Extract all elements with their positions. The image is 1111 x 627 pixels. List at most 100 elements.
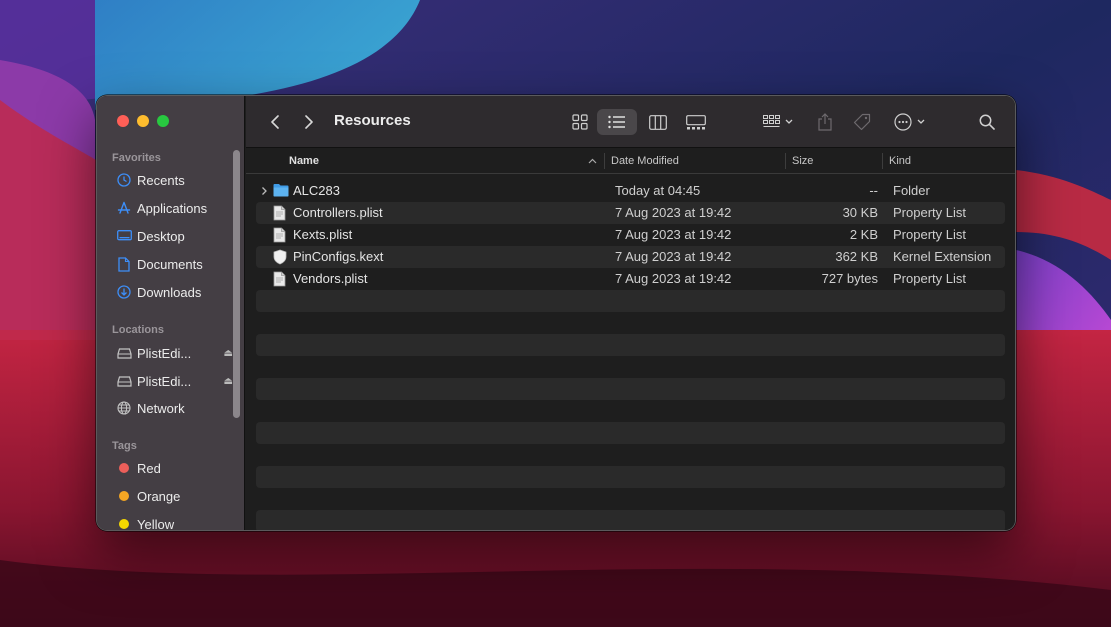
sidebar-item-drive-2[interactable]: PlistEdi... ⏏ xyxy=(115,370,241,392)
grid-icon xyxy=(572,114,588,130)
tag-yellow-dot-icon xyxy=(115,515,133,530)
disclosure-chevron-icon[interactable] xyxy=(261,184,268,199)
sidebar-item-desktop[interactable]: Desktop xyxy=(115,225,241,247)
plist-file-icon xyxy=(273,227,286,246)
empty-row xyxy=(256,466,1005,488)
column-divider[interactable] xyxy=(604,153,605,169)
file-date: 7 Aug 2023 at 19:42 xyxy=(615,249,732,264)
sidebar-item-documents[interactable]: Documents xyxy=(115,253,241,275)
tag-button[interactable] xyxy=(848,109,876,135)
list-view-button[interactable] xyxy=(597,109,637,135)
icon-view-button[interactable] xyxy=(564,109,596,135)
window-controls xyxy=(117,115,169,127)
tag-icon xyxy=(853,113,871,131)
file-date: Today at 04:45 xyxy=(615,183,701,198)
file-kind: Property List xyxy=(893,271,966,286)
sidebar-scrollbar[interactable] xyxy=(233,150,240,418)
column-header-name[interactable]: Name xyxy=(289,155,319,167)
eject-icon[interactable]: ⏏ xyxy=(224,348,233,359)
main-content: Resources Name Date Modified Size Kind A… xyxy=(246,96,1015,530)
sidebar-item-drive-1[interactable]: PlistEdi... ⏏ xyxy=(115,342,241,364)
column-view-button[interactable] xyxy=(642,109,674,135)
file-size: 362 KB xyxy=(835,249,878,264)
gallery-view-button[interactable] xyxy=(679,109,713,135)
back-button[interactable] xyxy=(264,109,286,135)
file-name: Kexts.plist xyxy=(293,227,353,242)
gallery-icon xyxy=(686,114,706,129)
sidebar-item-downloads[interactable]: Downloads xyxy=(115,281,241,303)
empty-row xyxy=(256,356,1005,378)
empty-row xyxy=(256,378,1005,400)
file-size: 2 KB xyxy=(849,227,878,242)
zoom-button[interactable] xyxy=(157,115,169,127)
more-actions-button[interactable] xyxy=(890,109,930,135)
sidebar-heading-tags: Tags xyxy=(112,440,137,452)
empty-row xyxy=(256,400,1005,422)
empty-row xyxy=(256,334,1005,356)
file-row-vendors[interactable]: Vendors.plist 7 Aug 2023 at 19:42 727 by… xyxy=(256,268,1005,290)
empty-row xyxy=(256,444,1005,466)
sidebar-item-recents[interactable]: Recents xyxy=(115,169,241,191)
empty-row xyxy=(256,510,1005,530)
file-kind: Property List xyxy=(893,205,966,220)
tag-red-dot-icon xyxy=(115,459,133,477)
document-icon xyxy=(115,255,133,273)
file-kind: Folder xyxy=(893,183,930,198)
file-name: Controllers.plist xyxy=(293,205,383,220)
file-name: ALC283 xyxy=(293,183,340,198)
sidebar-item-network[interactable]: Network xyxy=(115,397,241,419)
share-button[interactable] xyxy=(812,109,838,135)
empty-row xyxy=(256,488,1005,510)
close-button[interactable] xyxy=(117,115,129,127)
drive-icon xyxy=(115,372,133,390)
ellipsis-circle-icon xyxy=(894,113,925,131)
column-divider[interactable] xyxy=(882,153,883,169)
column-divider[interactable] xyxy=(785,153,786,169)
sidebar-tag-orange[interactable]: Orange xyxy=(115,485,241,507)
column-header-date[interactable]: Date Modified xyxy=(611,155,679,167)
file-row-controllers[interactable]: Controllers.plist 7 Aug 2023 at 19:42 30… xyxy=(256,202,1005,224)
file-list: ALC283 Today at 04:45 -- Folder Controll… xyxy=(256,180,1005,530)
file-name: Vendors.plist xyxy=(293,271,368,286)
sidebar-item-label: Yellow xyxy=(137,516,175,531)
plist-file-icon xyxy=(273,271,286,290)
file-row-pinconfigs[interactable]: PinConfigs.kext 7 Aug 2023 at 19:42 362 … xyxy=(256,246,1005,268)
sidebar-item-label: PlistEdi... xyxy=(137,345,192,361)
empty-row xyxy=(256,290,1005,312)
search-icon xyxy=(979,114,995,130)
column-header-kind[interactable]: Kind xyxy=(889,155,911,167)
file-date: 7 Aug 2023 at 19:42 xyxy=(615,271,732,286)
file-kind: Property List xyxy=(893,227,966,242)
sort-chevron-up-icon xyxy=(588,155,597,167)
minimize-button[interactable] xyxy=(137,115,149,127)
eject-icon[interactable]: ⏏ xyxy=(224,376,233,387)
sidebar-tag-red[interactable]: Red xyxy=(115,457,241,479)
plist-file-icon xyxy=(273,205,286,224)
empty-row xyxy=(256,312,1005,334)
empty-row xyxy=(256,422,1005,444)
forward-button[interactable] xyxy=(298,109,320,135)
column-header-size[interactable]: Size xyxy=(792,155,813,167)
sidebar-tag-yellow[interactable]: Yellow xyxy=(115,513,241,531)
file-size: 30 KB xyxy=(842,205,878,220)
file-date: 7 Aug 2023 at 19:42 xyxy=(615,205,732,220)
toolbar: Resources xyxy=(246,96,1015,148)
group-by-button[interactable] xyxy=(758,109,798,135)
sidebar-item-applications[interactable]: Applications xyxy=(115,197,241,219)
sidebar-item-label: Recents xyxy=(137,172,185,188)
sidebar-item-label: Red xyxy=(137,460,161,476)
column-header-bar: Name Date Modified Size Kind xyxy=(246,148,1015,174)
sidebar: Favorites Recents Applications Desktop D… xyxy=(97,96,245,530)
sidebar-item-label: Orange xyxy=(137,488,181,504)
file-kind: Kernel Extension xyxy=(893,249,992,264)
applications-icon xyxy=(115,199,133,217)
file-row-kexts[interactable]: Kexts.plist 7 Aug 2023 at 19:42 2 KB Pro… xyxy=(256,224,1005,246)
finder-window: Favorites Recents Applications Desktop D… xyxy=(96,95,1016,531)
file-size: 727 bytes xyxy=(821,271,878,286)
sidebar-item-label: Documents xyxy=(137,256,203,272)
sidebar-item-label: Downloads xyxy=(137,284,202,300)
clock-icon xyxy=(115,171,133,189)
file-row-alc283[interactable]: ALC283 Today at 04:45 -- Folder xyxy=(256,180,1005,202)
search-button[interactable] xyxy=(976,109,998,135)
file-size: -- xyxy=(869,183,878,198)
